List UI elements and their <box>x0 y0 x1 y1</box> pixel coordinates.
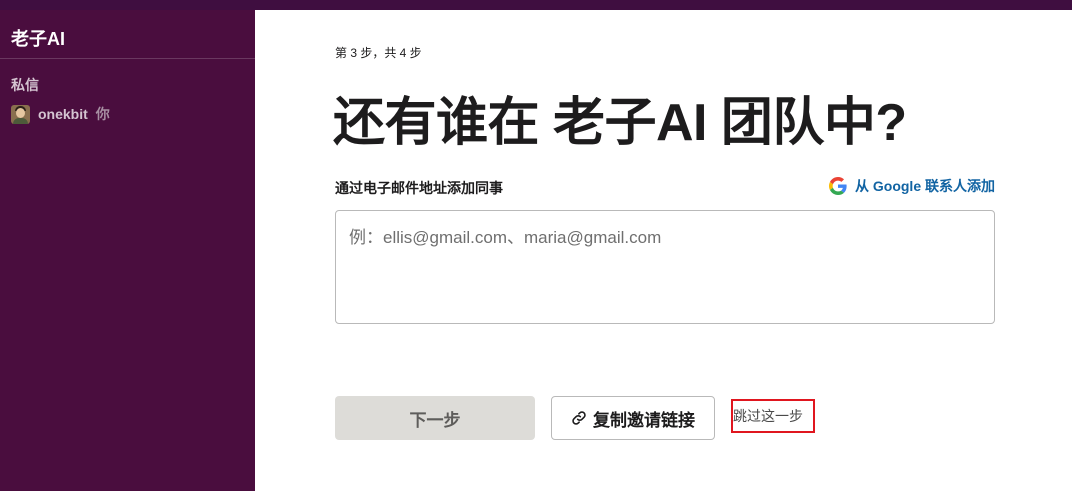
top-bar <box>0 0 1072 10</box>
copy-invite-link-button[interactable]: 复制邀请链接 <box>551 396 715 440</box>
email-input[interactable] <box>335 210 995 324</box>
step-indicator: 第 3 步，共 4 步 <box>335 46 422 60</box>
add-from-google-contacts-link[interactable]: 从 Google 联系人添加 <box>829 176 995 196</box>
page-title: 还有谁在 老子AI 团队中? <box>333 94 907 152</box>
next-button[interactable]: 下一步 <box>335 396 535 440</box>
copy-invite-link-label: 复制邀请链接 <box>593 410 695 430</box>
main-panel: 第 3 步，共 4 步 还有谁在 老子AI 团队中? 通过电子邮件地址添加同事 … <box>255 10 1072 491</box>
user-avatar <box>11 104 30 124</box>
email-field-label: 通过电子邮件地址添加同事 <box>335 180 503 196</box>
sidebar-item-dm-onekbit[interactable]: onekbit 你 <box>11 104 255 124</box>
google-g-icon <box>829 177 847 195</box>
skip-step-link[interactable]: 跳过这一步 <box>731 399 815 433</box>
google-link-label: 从 Google 联系人添加 <box>855 178 995 194</box>
dm-user-name: onekbit <box>38 106 88 122</box>
direct-messages-label[interactable]: 私信 <box>11 75 255 95</box>
sidebar: 老子AI 私信 onekbit 你 <box>0 10 255 491</box>
workspace-name[interactable]: 老子AI <box>0 10 255 59</box>
link-icon <box>572 411 586 425</box>
you-tag: 你 <box>95 106 110 122</box>
